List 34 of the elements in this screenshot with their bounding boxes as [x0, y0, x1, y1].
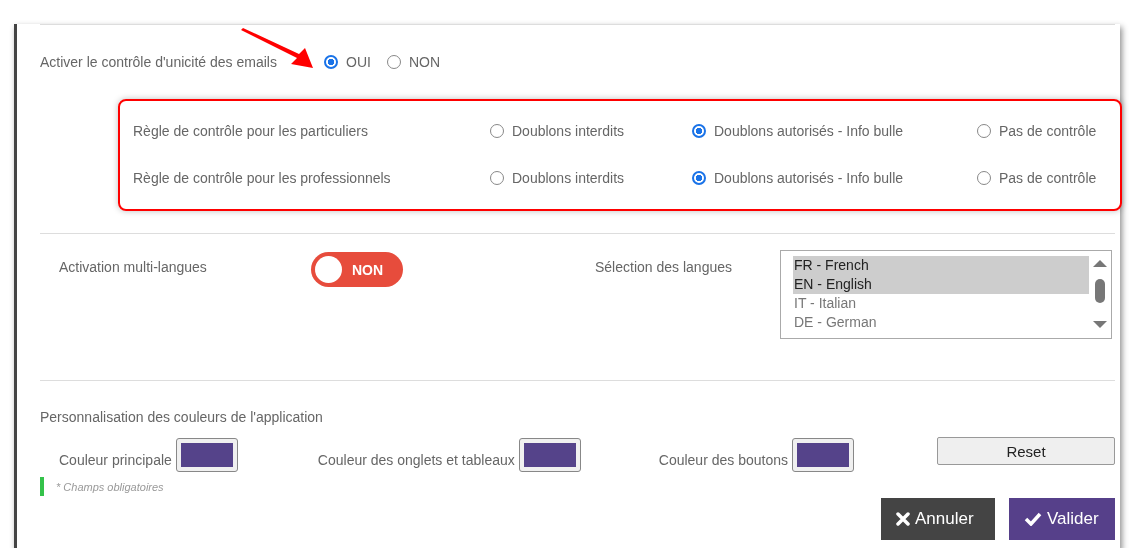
list-item[interactable]: DE - German	[793, 313, 1089, 332]
list-item[interactable]: EN - English	[793, 275, 1089, 294]
field-label: Couleur principale	[59, 452, 172, 468]
list-item[interactable]: IT - Italian	[793, 294, 1089, 313]
check-icon	[1024, 512, 1042, 526]
field-label: Règle de contrôle pour les professionnels	[133, 169, 392, 186]
close-icon	[896, 512, 910, 526]
field-label: Sélection des langues	[595, 259, 733, 277]
field-label: Couleur des boutons	[658, 452, 788, 468]
color-picker[interactable]	[518, 438, 581, 472]
radio-option[interactable]: OUI	[324, 54, 371, 70]
toggle-switch[interactable]: NON	[311, 252, 403, 287]
required-marker	[40, 477, 44, 496]
field-label: Couleur des onglets et tableaux	[317, 452, 515, 468]
submit-button[interactable]: Valider	[1009, 498, 1115, 540]
field-label: Règle de contrôle pour les particuliers	[133, 122, 369, 139]
arrow-icon	[239, 28, 315, 70]
field-label: Activation multi-langues	[59, 259, 208, 277]
list-item[interactable]: FR - French	[793, 256, 1089, 275]
radio-option[interactable]: Pas de contrôle	[977, 122, 1097, 139]
language-listbox[interactable]: FR - French EN - English IT - Italian DE - German	[780, 250, 1112, 339]
radio-option[interactable]: Doublons interdits	[490, 122, 625, 139]
reset-button[interactable]: Reset	[937, 437, 1115, 465]
radio-option[interactable]: Doublons interdits	[490, 169, 625, 186]
radio-option[interactable]: Doublons autorisés - Info bulle	[692, 169, 904, 186]
required-note: * Champs obligatoires	[56, 480, 164, 493]
radio-option[interactable]: Doublons autorisés - Info bulle	[692, 122, 904, 139]
cancel-button[interactable]: Annuler	[881, 498, 995, 540]
radio-option[interactable]: Pas de contrôle	[977, 169, 1097, 186]
color-picker[interactable]	[175, 438, 238, 472]
field-label: Activer le contrôle d'unicité des emails	[40, 54, 278, 70]
radio-option[interactable]: NON	[386, 54, 440, 70]
color-picker[interactable]	[791, 438, 854, 472]
section-title: Personnalisation des couleurs de l'application	[40, 409, 324, 425]
